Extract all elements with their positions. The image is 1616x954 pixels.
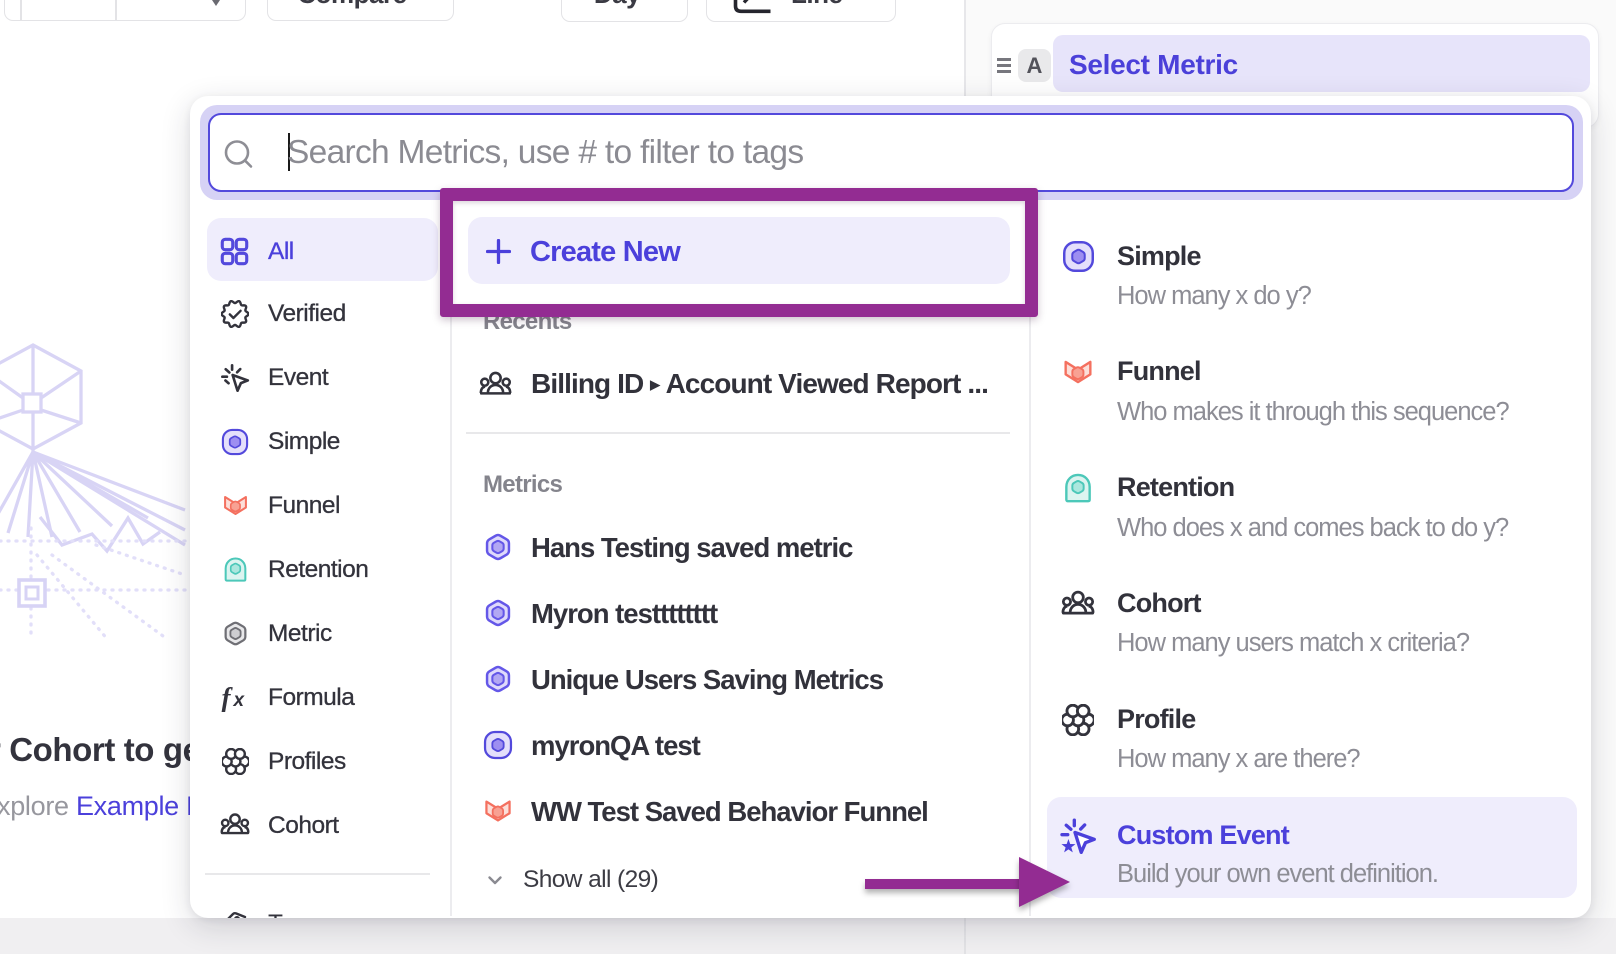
svg-text:x: x bbox=[233, 690, 246, 711]
svg-text:f: f bbox=[222, 684, 234, 712]
